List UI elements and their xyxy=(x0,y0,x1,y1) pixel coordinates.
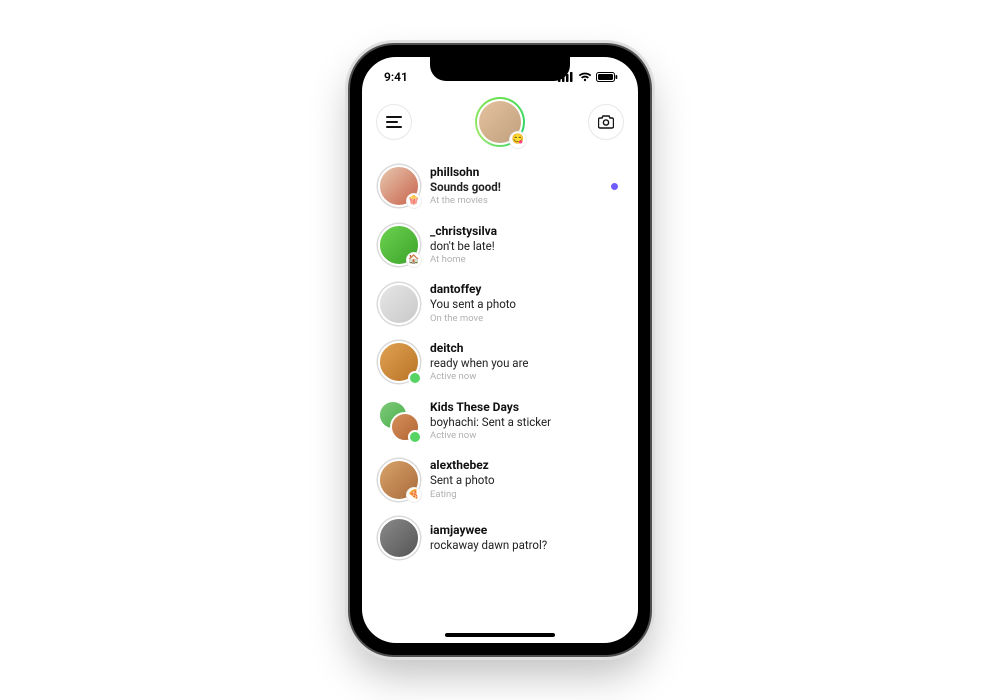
status-time: 9:41 xyxy=(384,70,408,84)
thread-username: _christysilva xyxy=(430,224,622,239)
thread-text: alexthebezSent a photoEating xyxy=(430,458,622,501)
thread-message: rockaway dawn patrol? xyxy=(430,538,622,552)
thread-row[interactable]: iamjayweerockaway dawn patrol? xyxy=(370,509,630,567)
thread-message: You sent a photo xyxy=(430,297,622,311)
thread-row[interactable]: deitchready when you areActive now xyxy=(370,333,630,392)
thread-username: phillsohn xyxy=(430,165,601,180)
thread-substatus: Active now xyxy=(430,429,622,442)
avatar[interactable]: 🏠 xyxy=(378,224,420,266)
status-emoji: 🍿 xyxy=(406,193,422,209)
thread-username: dantoffey xyxy=(430,282,622,297)
home-indicator xyxy=(445,633,555,637)
thread-message: Sounds good! xyxy=(430,180,601,194)
thread-message: boyhachi: Sent a sticker xyxy=(430,415,622,429)
thread-row[interactable]: 🏠 _christysilvadon't be late!At home xyxy=(370,216,630,275)
profile-avatar[interactable]: 😋 xyxy=(475,97,525,147)
thread-row[interactable]: 🍿 phillsohnSounds good!At the movies xyxy=(370,157,630,216)
battery-icon xyxy=(596,72,618,82)
thread-substatus: At the movies xyxy=(430,194,601,207)
thread-message: don't be late! xyxy=(430,239,622,253)
thread-username: Kids These Days xyxy=(430,400,622,415)
status-emoji: 🏠 xyxy=(406,252,422,268)
wifi-icon xyxy=(578,72,592,82)
thread-text: iamjayweerockaway dawn patrol? xyxy=(430,523,622,552)
menu-icon xyxy=(386,116,402,128)
avatar[interactable] xyxy=(378,341,420,383)
notch xyxy=(430,57,570,81)
camera-button[interactable] xyxy=(588,104,624,140)
thread-substatus: On the move xyxy=(430,312,622,325)
avatar[interactable] xyxy=(378,283,420,325)
camera-icon xyxy=(598,115,614,129)
active-dot-icon xyxy=(408,430,422,444)
thread-substatus: At home xyxy=(430,253,622,266)
avatar[interactable] xyxy=(378,400,420,442)
avatar[interactable] xyxy=(378,517,420,559)
menu-button[interactable] xyxy=(376,104,412,140)
thread-substatus: Active now xyxy=(430,370,622,383)
thread-text: dantoffeyYou sent a photoOn the move xyxy=(430,282,622,325)
active-dot-icon xyxy=(408,371,422,385)
thread-text: phillsohnSounds good!At the movies xyxy=(430,165,601,208)
thread-message: Sent a photo xyxy=(430,473,622,487)
status-emoji: 🍕 xyxy=(406,487,422,503)
thread-text: Kids These Daysboyhachi: Sent a stickerA… xyxy=(430,400,622,443)
screen: 9:41 😋 🍿 phillsohnSounds good!At the movi… xyxy=(362,57,638,643)
thread-message: ready when you are xyxy=(430,356,622,370)
thread-list: 🍿 phillsohnSounds good!At the movies 🏠 _chr… xyxy=(362,157,638,567)
avatar[interactable]: 🍿 xyxy=(378,165,420,207)
thread-substatus: Eating xyxy=(430,488,622,501)
thread-row[interactable]: dantoffeyYou sent a photoOn the move xyxy=(370,274,630,333)
thread-username: iamjaywee xyxy=(430,523,622,538)
thread-text: _christysilvadon't be late!At home xyxy=(430,224,622,267)
phone-frame: 9:41 😋 🍿 phillsohnSounds good!At the movi… xyxy=(350,45,650,655)
app-header: 😋 xyxy=(362,91,638,157)
unread-dot-icon xyxy=(611,183,618,190)
thread-text: deitchready when you areActive now xyxy=(430,341,622,384)
thread-username: alexthebez xyxy=(430,458,622,473)
profile-status-emoji: 😋 xyxy=(509,131,527,149)
thread-username: deitch xyxy=(430,341,622,356)
avatar[interactable]: 🍕 xyxy=(378,459,420,501)
thread-row[interactable]: Kids These Daysboyhachi: Sent a stickerA… xyxy=(370,392,630,451)
thread-row[interactable]: 🍕 alexthebezSent a photoEating xyxy=(370,450,630,509)
